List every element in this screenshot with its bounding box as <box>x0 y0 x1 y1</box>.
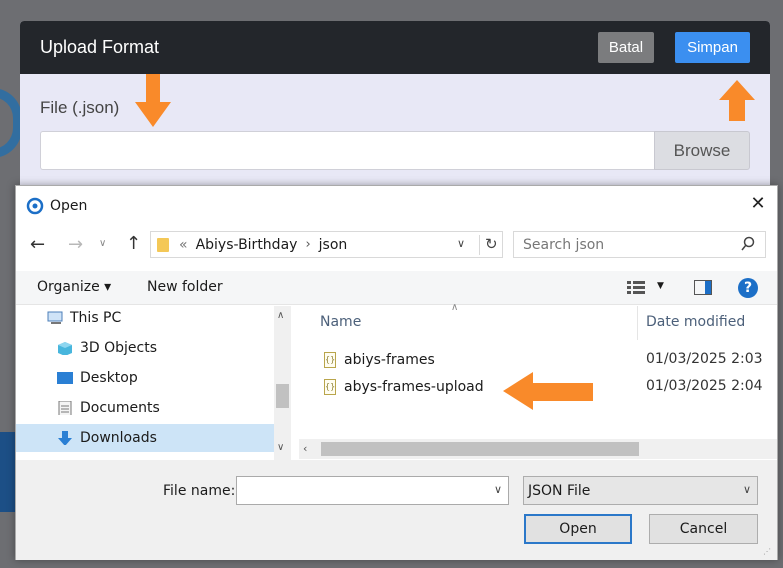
tree-label: 3D Objects <box>80 340 158 356</box>
batal-button[interactable]: Batal <box>598 32 654 63</box>
address-dropdown-chevron-icon[interactable]: ∨ <box>457 237 465 250</box>
file-list-scrollbar[interactable]: ‹ <box>299 439 777 459</box>
dialog-footer: File name: ∨ JSON File ∨ Open Cancel ⋰ <box>16 460 777 560</box>
column-divider[interactable] <box>637 306 638 340</box>
search-input[interactable]: Search json <box>513 231 766 258</box>
help-icon[interactable]: ? <box>738 278 758 298</box>
file-name: abys-frames-upload <box>344 379 484 395</box>
refresh-icon[interactable]: ↻ <box>479 235 498 255</box>
upload-format-modal: Upload Format Batal Simpan File (.json) … <box>20 21 770 191</box>
scroll-left-chevron-icon[interactable]: ‹ <box>303 442 307 455</box>
file-name-input[interactable]: ∨ <box>236 476 509 505</box>
preview-pane-icon[interactable] <box>694 280 712 295</box>
scroll-up-chevron-icon[interactable]: ∧ <box>277 310 284 321</box>
scrollbar-thumb[interactable] <box>276 384 289 408</box>
browse-button[interactable]: Browse <box>654 131 750 170</box>
file-label: File (.json) <box>40 98 120 117</box>
arrow-up-icon <box>719 80 755 121</box>
pc-icon <box>47 311 63 324</box>
cancel-button[interactable]: Cancel <box>649 514 758 544</box>
file-name: abiys-frames <box>344 352 435 368</box>
tree-label: Downloads <box>80 430 157 446</box>
forward-arrow-icon[interactable]: → <box>68 234 83 255</box>
file-type-chevron-icon: ∨ <box>742 483 751 496</box>
breadcrumb-overflow[interactable]: « <box>179 237 188 253</box>
navigation-pane: This PC 3D Objects Desktop Documents Dow… <box>16 306 274 460</box>
arrow-left-icon <box>503 372 593 410</box>
scrollbar-thumb[interactable] <box>321 442 639 456</box>
organize-button[interactable]: Organize ▾ <box>37 279 111 295</box>
file-list-header: Name ∧ Date modified <box>299 302 777 340</box>
breadcrumb-abiys-birthday[interactable]: Abiys-Birthday <box>196 237 298 253</box>
search-icon <box>741 236 755 251</box>
file-type-select[interactable]: JSON File ∨ <box>523 476 758 505</box>
tree-item-downloads[interactable]: Downloads <box>16 424 274 452</box>
up-arrow-icon[interactable]: ↑ <box>126 233 141 254</box>
view-dropdown-icon[interactable]: ▼ <box>657 281 664 291</box>
modal-title: Upload Format <box>40 37 160 57</box>
folder-icon <box>157 237 169 252</box>
dialog-titlebar: Open <box>26 196 87 216</box>
json-file-icon: {} <box>324 352 336 368</box>
tree-label: Documents <box>80 400 160 416</box>
modal-header: Upload Format Batal Simpan <box>20 21 770 74</box>
scroll-down-chevron-icon[interactable]: ∨ <box>277 442 284 453</box>
app-icon <box>26 197 44 215</box>
downloads-icon <box>58 431 72 445</box>
background-logo-fragment <box>0 88 22 158</box>
tree-label: Desktop <box>80 370 138 386</box>
address-bar[interactable]: « Abiys-Birthday › json ∨ ↻ <box>150 231 503 258</box>
dialog-title: Open <box>50 198 88 214</box>
open-file-dialog: Open ✕ ← → ∨ ↑ « Abiys-Birthday › json ∨… <box>15 185 778 560</box>
tree-label: This PC <box>70 310 122 326</box>
breadcrumb-json[interactable]: json <box>319 237 348 253</box>
view-options-icon[interactable] <box>627 281 645 295</box>
resize-grip-icon[interactable]: ⋰ <box>763 547 771 556</box>
search-placeholder: Search json <box>523 236 605 253</box>
tree-item-this-pc[interactable]: This PC <box>16 306 274 332</box>
documents-icon <box>58 401 72 415</box>
tree-item-documents[interactable]: Documents <box>16 394 274 422</box>
tree-item-desktop[interactable]: Desktop <box>16 364 274 392</box>
open-button[interactable]: Open <box>524 514 632 544</box>
command-toolbar: Organize ▾ New folder ▼ ? <box>16 271 777 305</box>
navigation-scrollbar[interactable]: ∧ ∨ <box>274 306 291 460</box>
tree-item-3d-objects[interactable]: 3D Objects <box>16 334 274 362</box>
simpan-button[interactable]: Simpan <box>675 32 750 63</box>
file-row-abiys-frames[interactable]: {} abiys-frames 01/03/2025 2:03 <box>324 348 777 372</box>
breadcrumb-separator-icon: › <box>305 237 311 252</box>
file-type-value: JSON File <box>528 482 591 499</box>
close-icon[interactable]: ✕ <box>749 195 767 213</box>
file-date: 01/03/2025 2:03 <box>646 351 763 367</box>
column-name-header[interactable]: Name <box>320 314 361 330</box>
file-name-dropdown-chevron-icon[interactable]: ∨ <box>494 483 502 496</box>
3d-objects-icon <box>58 342 72 355</box>
sort-ascending-icon: ∧ <box>451 302 459 313</box>
file-date: 01/03/2025 2:04 <box>646 378 763 394</box>
arrow-down-icon <box>135 74 171 127</box>
file-name-label: File name: <box>163 483 236 499</box>
recent-locations-chevron-icon[interactable]: ∨ <box>99 238 106 249</box>
back-arrow-icon[interactable]: ← <box>30 234 45 255</box>
json-file-icon: {} <box>324 379 336 395</box>
file-path-input[interactable] <box>40 131 654 170</box>
new-folder-button[interactable]: New folder <box>147 279 223 295</box>
desktop-icon <box>57 372 73 384</box>
column-date-header[interactable]: Date modified <box>646 314 745 330</box>
